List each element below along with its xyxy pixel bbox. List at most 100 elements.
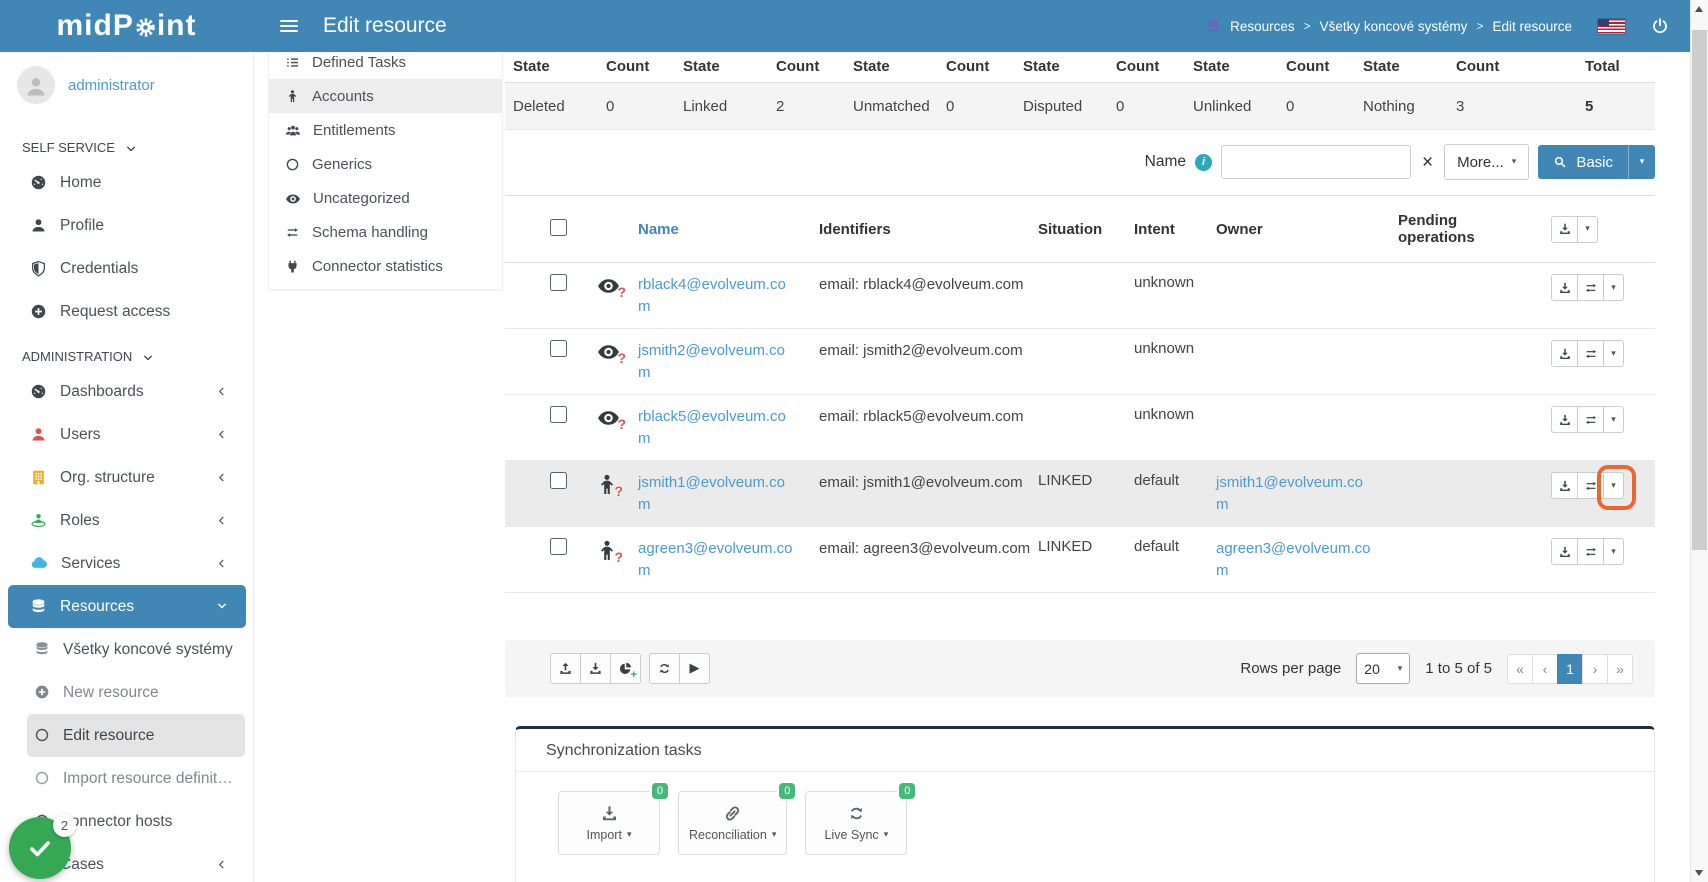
account-name-link[interactable]: agreen3@evolveum.com (638, 538, 796, 582)
sidebar-item-roles[interactable]: Roles (0, 499, 253, 542)
menu-item-accounts[interactable]: Accounts (269, 79, 502, 113)
row-checkbox[interactable] (550, 274, 567, 291)
menu-item-generics[interactable]: Generics (269, 147, 502, 181)
sidebar-item-users[interactable]: Users (0, 413, 253, 456)
owner-link[interactable]: jsmith1@evolveum.com (1216, 472, 1374, 516)
basic-search-button[interactable]: Basic (1538, 145, 1629, 179)
hamburger-menu-icon[interactable] (280, 20, 298, 33)
user-name-link[interactable]: administrator (68, 77, 155, 94)
cloud-icon (30, 554, 48, 572)
import-accounts-button[interactable] (550, 653, 581, 684)
search-input[interactable] (1221, 145, 1411, 179)
row-menu-dropdown-button[interactable]: ▾ (1603, 538, 1624, 565)
sidebar-item-all-resources[interactable]: Všetky koncové systémy (0, 628, 253, 671)
change-owner-button[interactable] (1577, 472, 1604, 499)
section-administration[interactable]: ADMINISTRATION (0, 333, 253, 370)
sidebar-item-label: Resources (60, 598, 134, 616)
sidebar-item-import-resource[interactable]: Import resource definit… (0, 757, 253, 800)
change-owner-button[interactable] (1577, 406, 1604, 433)
language-flag-us[interactable] (1598, 19, 1625, 34)
row-menu-dropdown-button[interactable]: ▾ (1603, 340, 1624, 367)
scrollbar-thumb[interactable] (1692, 30, 1707, 550)
import-task-card[interactable]: Import▾ 0 (558, 791, 660, 855)
table-row: ? jsmith2@evolveum.com email: jsmith2@ev… (505, 329, 1655, 395)
scrollbar-down-arrow[interactable] (1695, 870, 1703, 876)
menu-item-uncategorized[interactable]: Uncategorized (269, 181, 502, 215)
feedback-check-fab[interactable]: 2 (9, 817, 71, 879)
search-bar: Name i × More... ▾ Basic ▾ (505, 142, 1655, 182)
sidebar-item-dashboards[interactable]: Dashboards (0, 370, 253, 413)
menu-item-schema-handling[interactable]: Schema handling (269, 215, 502, 249)
account-name-link[interactable]: rblack5@evolveum.com (638, 406, 796, 450)
breadcrumb-item[interactable]: Resources (1230, 19, 1295, 34)
pagination-prev[interactable]: ‹ (1532, 654, 1558, 684)
breadcrumb-item[interactable]: Všetky koncové systémy (1320, 19, 1468, 34)
basic-search-dropdown[interactable]: ▾ (1629, 145, 1655, 179)
sidebar-item-request-access[interactable]: Request access (0, 290, 253, 333)
column-header-name[interactable]: Name (638, 221, 819, 238)
midpoint-app: midPint Edit resource Resources > Všetky… (0, 0, 1708, 882)
menu-item-label: Uncategorized (313, 190, 410, 207)
account-name-link[interactable]: jsmith2@evolveum.com (638, 340, 796, 384)
reconciliation-task-card[interactable]: Reconciliation▾ 0 (678, 791, 787, 855)
account-name-link[interactable]: rblack4@evolveum.com (638, 274, 796, 318)
stats-total-header: Total (1585, 58, 1620, 75)
account-name-link[interactable]: jsmith1@evolveum.com (638, 472, 796, 516)
sidebar-item-profile[interactable]: Profile (0, 204, 253, 247)
sidebar-item-org-structure[interactable]: Org. structure (0, 456, 253, 499)
sidebar-item-credentials[interactable]: Credentials (0, 247, 253, 290)
play-button[interactable]: ▶ (679, 653, 710, 684)
sidebar-item-label: Profile (60, 217, 104, 235)
refresh-button[interactable] (649, 653, 680, 684)
pagination-next[interactable]: › (1582, 654, 1608, 684)
column-header-identifiers: Identifiers (819, 221, 1038, 238)
info-icon[interactable]: i (1195, 154, 1212, 171)
pagination-page-1[interactable]: 1 (1557, 654, 1583, 684)
rows-per-page-select[interactable]: 20 ▾ (1356, 653, 1410, 684)
download-button[interactable] (1551, 406, 1578, 433)
stats-count: 2 (776, 98, 853, 115)
change-owner-button[interactable] (1577, 538, 1604, 565)
row-checkbox[interactable] (550, 472, 567, 489)
row-checkbox[interactable] (550, 340, 567, 357)
chevron-down-icon (125, 140, 137, 155)
user-panel: administrator (0, 52, 253, 114)
export-accounts-button[interactable] (580, 653, 611, 684)
download-button[interactable] (1551, 538, 1578, 565)
download-button[interactable] (1551, 274, 1578, 301)
menu-item-connector-statistics[interactable]: Connector statistics (269, 249, 502, 283)
select-all-checkbox[interactable] (550, 219, 567, 236)
row-checkbox[interactable] (550, 538, 567, 555)
sidebar-item-new-resource[interactable]: New resource (0, 671, 253, 714)
brand-logo[interactable]: midPint (0, 9, 253, 43)
change-owner-button[interactable] (1577, 274, 1604, 301)
row-menu-dropdown-button[interactable]: ▾ (1603, 472, 1624, 499)
sidebar-item-resources[interactable]: Resources (8, 585, 246, 628)
link-icon (723, 804, 742, 823)
logout-power-icon[interactable] (1651, 17, 1669, 35)
export-dropdown-button[interactable]: ▾ (1577, 216, 1598, 243)
sidebar-item-edit-resource[interactable]: Edit resource (27, 714, 245, 757)
download-button[interactable] (1551, 472, 1578, 499)
sidebar-item-home[interactable]: Home (0, 161, 253, 204)
pagination-last[interactable]: » (1607, 654, 1633, 684)
export-button[interactable] (1551, 216, 1578, 243)
create-report-button[interactable]: + (610, 653, 641, 684)
pagination-first[interactable]: « (1507, 654, 1533, 684)
row-checkbox[interactable] (550, 406, 567, 423)
more-filters-button[interactable]: More... ▾ (1444, 144, 1529, 180)
accounts-table: Name Identifiers Situation Intent Owner … (505, 195, 1655, 593)
download-button[interactable] (1551, 340, 1578, 367)
owner-link[interactable]: agreen3@evolveum.com (1216, 538, 1374, 582)
section-self-service[interactable]: SELF SERVICE (0, 114, 253, 161)
row-menu-dropdown-button[interactable]: ▾ (1603, 406, 1624, 433)
menu-item-entitlements[interactable]: Entitlements (269, 113, 502, 147)
row-menu-dropdown-button[interactable]: ▾ (1603, 274, 1624, 301)
sidebar-item-services[interactable]: Services (0, 542, 253, 585)
live-sync-task-card[interactable]: Live Sync▾ 0 (805, 791, 907, 855)
chevron-left-icon (216, 512, 227, 530)
scrollbar-up-arrow[interactable] (1695, 6, 1703, 12)
clear-search-button[interactable]: × (1420, 153, 1435, 172)
stats-state: Nothing (1363, 98, 1456, 115)
change-owner-button[interactable] (1577, 340, 1604, 367)
